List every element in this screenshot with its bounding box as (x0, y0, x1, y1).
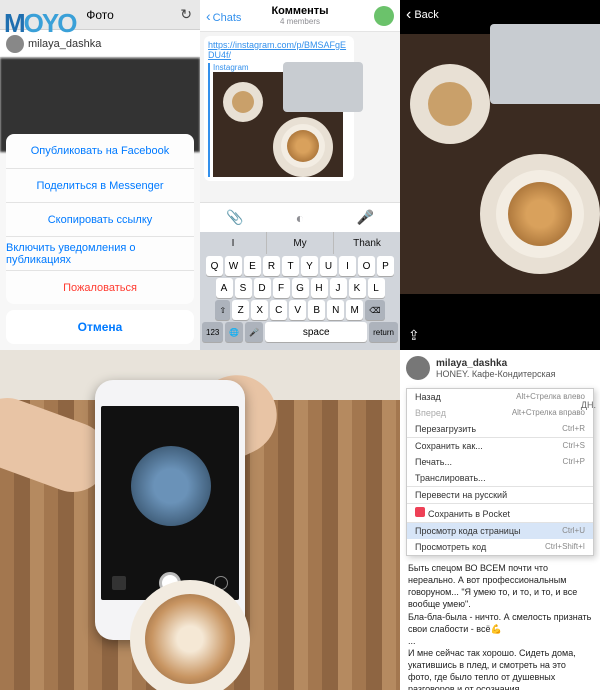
space-key[interactable]: space (265, 322, 367, 342)
backspace-key[interactable]: ⌫ (365, 300, 384, 320)
letter-key[interactable]: S (235, 278, 252, 298)
phone-photo-scene (0, 350, 400, 690)
post-username: milaya_dashka (436, 358, 556, 369)
letter-key[interactable]: L (368, 278, 385, 298)
aside-text: ДН. (581, 400, 596, 410)
avatar (406, 356, 430, 380)
letter-key[interactable]: D (254, 278, 271, 298)
letter-key[interactable]: N (327, 300, 344, 320)
context-menu-item[interactable]: ПерезагрузитьCtrl+R (407, 421, 593, 437)
context-menu: НазадAlt+Стрелка влевоВпередAlt+Стрелка … (406, 388, 594, 556)
globe-key[interactable]: 🌐 (225, 322, 243, 342)
chat-members: 4 members (280, 17, 320, 26)
gallery-thumb[interactable] (112, 576, 126, 590)
link-preview-image (213, 72, 343, 177)
post-caption: Быть спецом ВО ВСЕМ почти что нереально.… (400, 562, 600, 690)
username: milaya_dashka (28, 38, 101, 50)
message-bubble[interactable]: https://instagram.com/p/BMSAFgEDU4f/ Ins… (204, 36, 354, 181)
context-menu-item[interactable]: Сохранить в Pocket (407, 504, 593, 522)
letter-key[interactable]: B (308, 300, 325, 320)
context-menu-item[interactable]: Сохранить как...Ctrl+S (407, 438, 593, 454)
browser-context-panel: milaya_dashka HONEY. Кафе-Кондитерская Н… (400, 350, 600, 690)
watermark-logo: MOYO (4, 8, 75, 39)
numbers-key[interactable]: 123 (202, 322, 223, 342)
letter-key[interactable]: Z (232, 300, 249, 320)
suggestion[interactable]: Thank (334, 232, 400, 254)
letter-key[interactable]: J (330, 278, 347, 298)
context-menu-item: ВпередAlt+Стрелка вправо (407, 405, 593, 421)
ios-share-panel: Фото ↻ milaya_dashka Опубликовать на Fac… (0, 0, 200, 350)
letter-key[interactable]: Q (206, 256, 223, 276)
dessert-cup (145, 594, 235, 684)
letter-key[interactable]: K (349, 278, 366, 298)
context-menu-item[interactable]: НазадAlt+Стрелка влево (407, 389, 593, 405)
letter-key[interactable]: P (377, 256, 394, 276)
sticker-icon[interactable]: ◐ (296, 210, 304, 226)
letter-key[interactable]: X (251, 300, 268, 320)
telegram-panel: Chats Комменты 4 members https://instagr… (200, 0, 400, 350)
context-menu-item[interactable]: Печать...Ctrl+P (407, 454, 593, 470)
letter-key[interactable]: A (216, 278, 233, 298)
copy-link[interactable]: Скопировать ссылку (6, 202, 194, 236)
letter-key[interactable]: F (273, 278, 290, 298)
context-menu-item[interactable]: Просмотреть кодCtrl+Shift+I (407, 539, 593, 555)
mic-key[interactable]: 🎤 (245, 322, 263, 342)
letter-key[interactable]: O (358, 256, 375, 276)
letter-key[interactable]: T (282, 256, 299, 276)
letter-key[interactable]: H (311, 278, 328, 298)
report[interactable]: Пожаловаться (6, 270, 194, 304)
attach-icon[interactable]: 📎 (226, 209, 243, 226)
return-key[interactable]: return (369, 322, 398, 342)
letter-key[interactable]: R (263, 256, 280, 276)
refresh-icon[interactable]: ↻ (180, 6, 192, 23)
share-facebook[interactable]: Опубликовать на Facebook (6, 134, 194, 168)
action-sheet: Опубликовать на Facebook Поделиться в Me… (6, 134, 194, 344)
chat-title: Комменты (271, 5, 328, 17)
letter-key[interactable]: V (289, 300, 306, 320)
keyboard-suggestions: I My Thank (200, 232, 400, 254)
chat-header: Chats Комменты 4 members (200, 0, 400, 32)
post-location: HONEY. Кафе-Кондитерская (436, 369, 556, 379)
suggestion[interactable]: My (267, 232, 334, 254)
letter-key[interactable]: G (292, 278, 309, 298)
context-menu-item[interactable]: Просмотр кода страницыCtrl+U (407, 523, 593, 539)
letter-key[interactable]: I (339, 256, 356, 276)
share-messenger[interactable]: Поделиться в Messenger (6, 168, 194, 202)
cancel-button[interactable]: Отмена (6, 310, 194, 344)
back-to-chats[interactable]: Chats (206, 8, 241, 24)
viewer-image[interactable] (400, 34, 600, 294)
context-menu-item[interactable]: Перевести на русский (407, 487, 593, 503)
letter-key[interactable]: Y (301, 256, 318, 276)
shift-key[interactable]: ⇧ (215, 300, 230, 320)
suggestion[interactable]: I (200, 232, 267, 254)
group-avatar[interactable] (374, 6, 394, 26)
message-area[interactable]: https://instagram.com/p/BMSAFgEDU4f/ Ins… (200, 32, 400, 202)
letter-key[interactable]: U (320, 256, 337, 276)
message-input-bar[interactable]: 📎 ◐ 🎤 (200, 202, 400, 232)
header-title: Фото (86, 8, 114, 22)
letter-key[interactable]: C (270, 300, 287, 320)
enable-notifications[interactable]: Включить уведомления о публикациях (6, 236, 194, 270)
letter-key[interactable]: M (346, 300, 363, 320)
letter-key[interactable]: E (244, 256, 261, 276)
shared-link[interactable]: https://instagram.com/p/BMSAFgEDU4f/ (208, 40, 350, 60)
pocket-icon (415, 507, 425, 517)
letter-key[interactable]: W (225, 256, 242, 276)
post-header[interactable]: milaya_dashka HONEY. Кафе-Кондитерская (400, 350, 600, 386)
mic-icon[interactable]: 🎤 (356, 209, 373, 226)
keyboard: I My Thank QWERTYUIOP ASDFGHJKL ⇧ZXCVBNM… (200, 232, 400, 350)
share-icon[interactable]: ⇪ (408, 327, 420, 344)
context-menu-item[interactable]: Транслировать... (407, 470, 593, 486)
fullscreen-viewer: Back ⇪ (400, 0, 600, 350)
